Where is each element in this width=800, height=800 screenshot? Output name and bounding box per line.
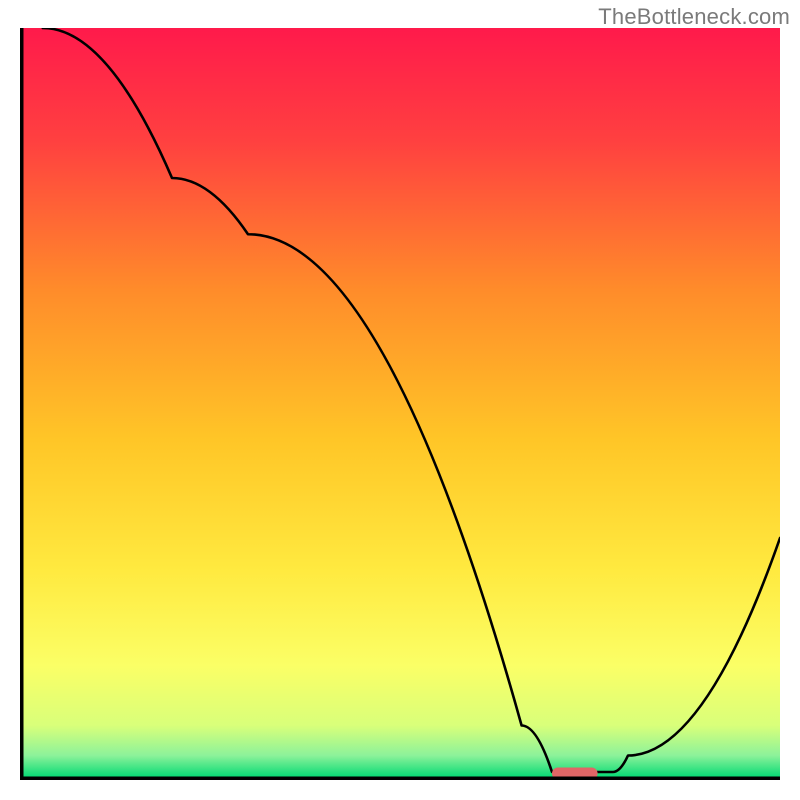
watermark-text: TheBottleneck.com [598, 4, 790, 30]
heat-gradient-background [20, 28, 780, 778]
bottleneck-chart [20, 28, 780, 780]
chart-svg [20, 28, 780, 780]
